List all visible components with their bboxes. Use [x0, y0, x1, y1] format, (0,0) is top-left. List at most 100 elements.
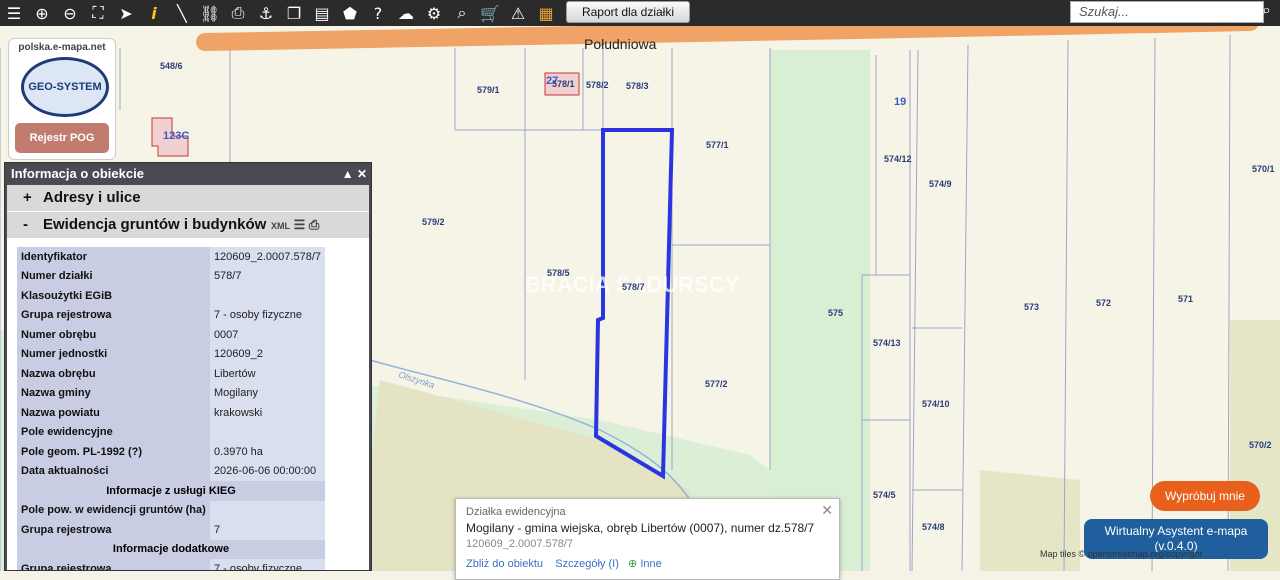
popup-close-icon[interactable]: ✕	[821, 503, 833, 519]
plot-label[interactable]: 574/8	[922, 522, 945, 532]
attribute-name: Klasoużytki EGiB	[17, 286, 210, 306]
plot-label[interactable]: 577/1	[706, 140, 729, 150]
plot-label[interactable]: 548/6	[160, 61, 183, 71]
attribute-value: 120609_2	[209, 344, 325, 364]
street-label: Południowa	[584, 36, 657, 52]
expand-icon[interactable]: +	[23, 185, 43, 211]
anchor-icon[interactable]: ⚓	[252, 1, 280, 25]
attribute-name: Pole ewidencyjne	[17, 422, 210, 442]
pointer-icon[interactable]: ➤	[112, 1, 140, 25]
upload-icon[interactable]: ☁	[392, 1, 420, 25]
cart-icon[interactable]: 🛒	[476, 1, 504, 25]
attribute-name: Nazwa obrębu	[17, 364, 210, 384]
plot-label[interactable]: 574/10	[922, 399, 950, 409]
zoom-out-icon[interactable]: ⊖	[56, 1, 84, 25]
panel-title: Informacja o obiekcie ▲ ✕	[5, 163, 371, 185]
table-section-header: Informacje dodatkowe	[17, 539, 325, 559]
building-number: 123C	[163, 130, 189, 142]
plot-label[interactable]: 573	[1024, 302, 1039, 312]
plot-label[interactable]: 578/7	[622, 282, 645, 292]
info-panel: Informacja o obiekcie ▲ ✕ + Adresy i ulic…	[4, 162, 372, 571]
attribute-value	[209, 286, 325, 306]
print-icon[interactable]: ⎙	[309, 217, 319, 232]
collapse-section-icon[interactable]: -	[23, 212, 43, 238]
plot-label[interactable]: 578/3	[626, 81, 649, 91]
popup-links: Zbliż do obiektu Szczegóły (I) ⊕ Inne	[466, 557, 662, 570]
zoom-link[interactable]: Zbliż do obiektu	[466, 558, 543, 570]
section-addresses[interactable]: + Adresy i ulice	[7, 185, 369, 212]
add-icon[interactable]: ⊕	[628, 558, 637, 570]
attribute-name: Grupa rejestrowa	[17, 520, 210, 540]
plot-label[interactable]: 574/12	[884, 154, 912, 164]
table-row: Numer działki 578/7	[17, 266, 325, 286]
rejestr-pog-logo[interactable]: Rejestr POG	[15, 123, 109, 153]
parcel-popup: Działka ewidencyjna Mogilany - gmina wie…	[455, 498, 840, 580]
attribute-value: 2026-06-06 00:00:00	[209, 461, 325, 481]
plot-label[interactable]: 574/9	[929, 179, 952, 189]
attribute-name: Data aktualności	[17, 461, 210, 481]
plot-label[interactable]: 577/2	[705, 379, 728, 389]
layout-icon[interactable]: ▤	[308, 1, 336, 25]
attribute-value: 7 - osoby fizyczne	[209, 305, 325, 325]
settings-icon[interactable]: ⚙	[420, 1, 448, 25]
panel-controls: ▲ ✕	[342, 163, 367, 185]
report-button[interactable]: Raport dla działki	[566, 1, 690, 23]
attribute-name: Grupa rejestrowa	[17, 559, 210, 570]
section-egib[interactable]: - Ewidencja gruntów i budynków XML ☰ ⎙	[7, 212, 369, 239]
plot-label[interactable]: 578/1	[552, 79, 575, 89]
table-row: Data aktualności 2026-06-06 00:00:00	[17, 461, 325, 481]
search-input[interactable]: Szukaj...	[1070, 1, 1264, 23]
geo-system-logo[interactable]: GEO-SYSTEM	[21, 57, 109, 117]
table-row: Pole pow. w ewidencji gruntów (ha)	[17, 500, 325, 520]
xml-icon[interactable]: XML	[271, 221, 290, 231]
find-icon[interactable]: ⌕	[448, 1, 476, 25]
plot-label[interactable]: 570/1	[1252, 164, 1275, 174]
list-icon[interactable]: ☰	[294, 217, 306, 232]
attribute-value: 120609_2.0007.578/7	[209, 247, 325, 267]
table-row: Numer obrębu 0007	[17, 325, 325, 345]
table-row: Grupa rejestrowa 7 - osoby fizyczne	[17, 559, 325, 570]
zoom-in-icon[interactable]: ⊕	[28, 1, 56, 25]
info-icon[interactable]: i	[140, 1, 168, 25]
measure-icon[interactable]: ╲	[168, 1, 196, 25]
plot-label[interactable]: 578/5	[547, 268, 570, 278]
plot-label[interactable]: 571	[1178, 294, 1193, 304]
warning-icon[interactable]: ⚠	[504, 1, 532, 25]
plot-label[interactable]: 579/2	[422, 217, 445, 227]
attribute-value: 7 - osoby fizyczne	[209, 559, 325, 570]
close-icon[interactable]: ✕	[357, 167, 367, 181]
table-row: Nazwa gminy Mogilany	[17, 383, 325, 403]
layers-icon[interactable]: ❐	[280, 1, 308, 25]
plot-label[interactable]: 572	[1096, 298, 1111, 308]
section-tools: XML ☰ ⎙	[271, 212, 319, 239]
search-icon[interactable]: ⌕	[1262, 0, 1271, 20]
tiles-icon[interactable]: ▦	[532, 1, 560, 25]
table-row: Grupa rejestrowa 7	[17, 520, 325, 540]
map-attribution[interactable]: Map tiles © openstreetmap.org/copyright	[1040, 549, 1202, 559]
table-row: Nazwa powiatu krakowski	[17, 403, 325, 423]
other-link[interactable]: Inne	[640, 558, 661, 570]
hand-icon[interactable]: ☰	[0, 1, 28, 25]
attribute-value: 0007	[209, 325, 325, 345]
green-area	[770, 50, 870, 571]
plot-label[interactable]: 570/2	[1249, 440, 1272, 450]
plot-label[interactable]: 575	[828, 308, 843, 318]
attribute-value: krakowski	[209, 403, 325, 423]
link-icon[interactable]: ⛓	[196, 1, 224, 25]
site-url[interactable]: polska.e-mapa.net	[9, 42, 115, 53]
plot-label[interactable]: 579/1	[477, 85, 500, 95]
details-link[interactable]: Szczegóły (I)	[555, 558, 619, 570]
plot-label[interactable]: 574/5	[873, 490, 896, 500]
collapse-icon[interactable]: ▲	[342, 167, 354, 181]
attributes-table-wrap: Identyfikator 120609_2.0007.578/7 Numer dz…	[7, 239, 369, 570]
section-header-text: Informacje z usługi KIEG	[17, 481, 325, 501]
attribute-name: Nazwa powiatu	[17, 403, 210, 423]
try-me-button[interactable]: Wypróbuj mnie	[1150, 481, 1260, 511]
zoom-extent-icon[interactable]: ⛶	[84, 1, 112, 25]
shape-icon[interactable]: ⬟	[336, 1, 364, 25]
table-row: Pole ewidencyjne	[17, 422, 325, 442]
print-icon[interactable]: ⎙	[224, 1, 252, 25]
plot-label[interactable]: 578/2	[586, 80, 609, 90]
help-icon[interactable]: ?	[364, 1, 392, 25]
plot-label[interactable]: 574/13	[873, 338, 901, 348]
